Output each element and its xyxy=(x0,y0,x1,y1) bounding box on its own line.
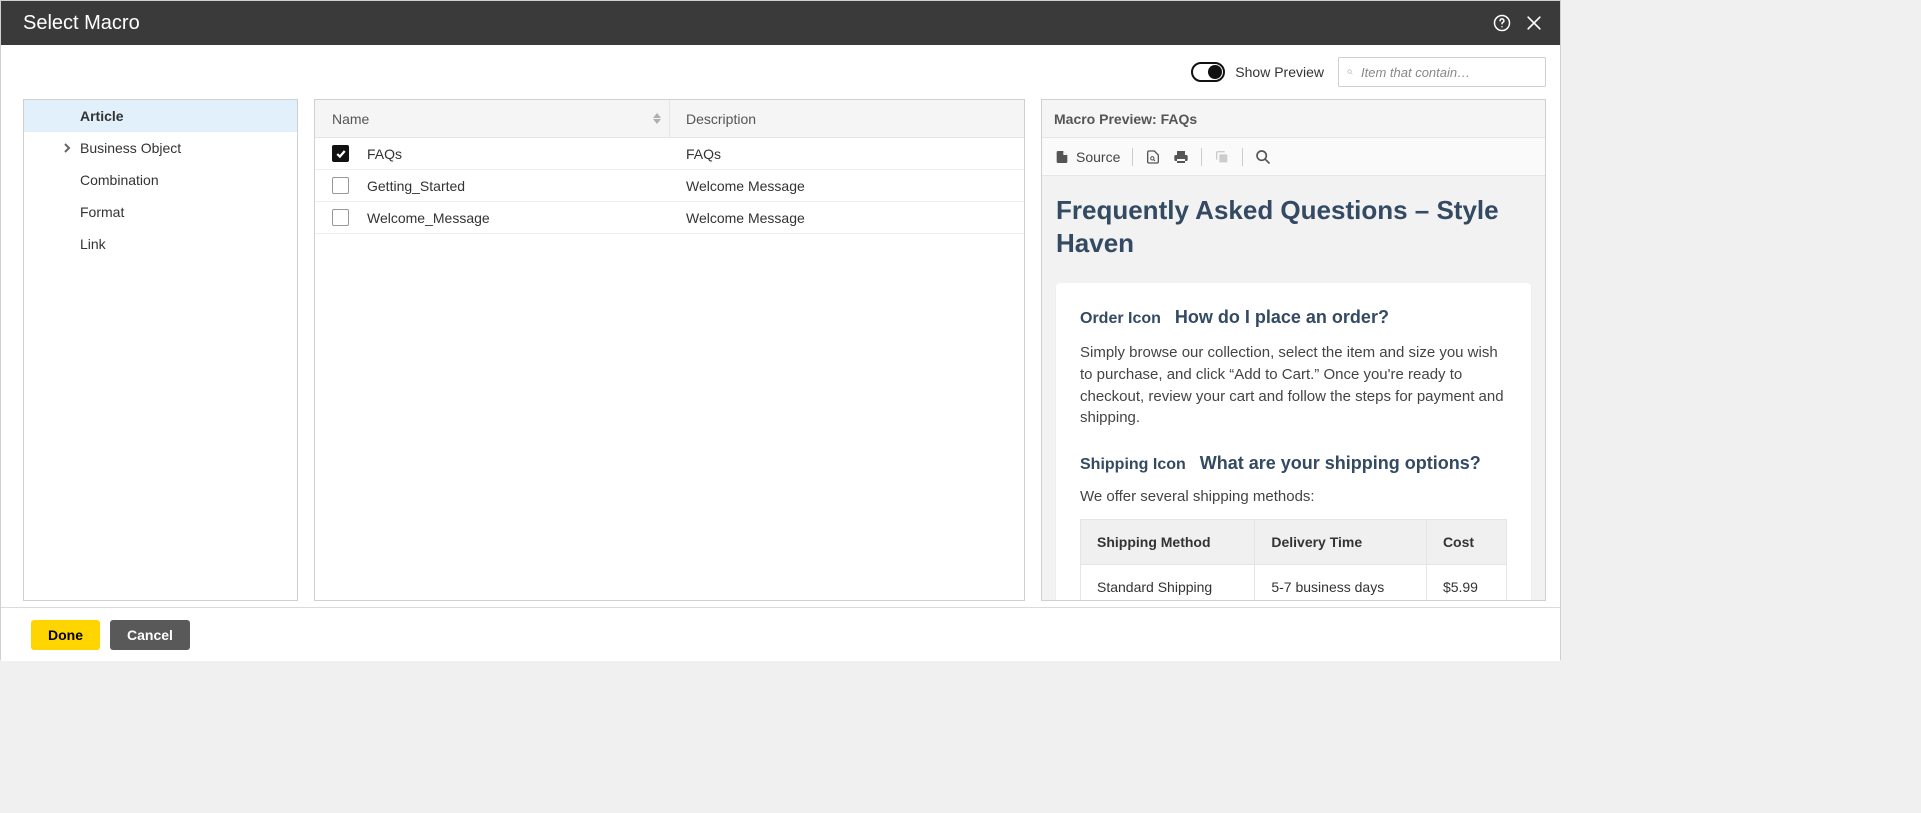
order-icon: Order Icon xyxy=(1080,310,1161,328)
show-preview-toggle-wrap: Show Preview xyxy=(1191,62,1324,82)
tree-item-format[interactable]: Format xyxy=(24,196,297,228)
search-icon xyxy=(1347,65,1353,79)
select-macro-dialog: Select Macro Show Preview Article xyxy=(0,0,1561,660)
preview-header: Macro Preview: FAQs xyxy=(1042,100,1545,138)
shipping-icon: Shipping Icon xyxy=(1080,456,1186,474)
show-preview-label: Show Preview xyxy=(1235,64,1324,80)
tree-item-link[interactable]: Link xyxy=(24,228,297,260)
macro-preview-panel: Macro Preview: FAQs Source xyxy=(1041,99,1546,601)
preview-body[interactable]: Frequently Asked Questions – Style Haven… xyxy=(1042,176,1545,600)
row-checkbox[interactable] xyxy=(332,177,349,194)
table-cell: $5.99 xyxy=(1426,565,1506,601)
table-header: Shipping Method xyxy=(1081,520,1255,565)
tree-item-article[interactable]: Article xyxy=(24,100,297,132)
dialog-header: Select Macro xyxy=(1,1,1560,45)
row-description: Welcome Message xyxy=(670,178,1024,194)
show-preview-toggle[interactable] xyxy=(1191,62,1225,82)
chevron-right-icon xyxy=(60,141,74,155)
search-box[interactable] xyxy=(1338,57,1546,87)
faq-card: Order Icon How do I place an order? Simp… xyxy=(1056,283,1531,600)
preview-toolbar: Source xyxy=(1042,138,1545,176)
row-description: FAQs xyxy=(670,146,1024,162)
toolbar-separator xyxy=(1201,148,1202,166)
row-description: Welcome Message xyxy=(670,210,1024,226)
body-row: Article Business Object Combination Form… xyxy=(1,99,1560,601)
close-icon[interactable] xyxy=(1522,11,1546,35)
list-row[interactable]: Welcome_Message Welcome Message xyxy=(315,202,1024,234)
faq-question: What are your shipping options? xyxy=(1200,453,1481,474)
print-icon[interactable] xyxy=(1173,149,1189,165)
tree-item-combination[interactable]: Combination xyxy=(24,164,297,196)
tree-item-business-object[interactable]: Business Object xyxy=(24,132,297,164)
table-header: Cost xyxy=(1426,520,1506,565)
row-name: Getting_Started xyxy=(367,178,670,194)
row-name: FAQs xyxy=(367,146,670,162)
shipping-table: Shipping Method Delivery Time Cost Stand… xyxy=(1080,519,1507,600)
dialog-title: Select Macro xyxy=(23,12,1482,35)
faq-question-row: Shipping Icon What are your shipping opt… xyxy=(1080,453,1507,474)
dialog-footer: Done Cancel xyxy=(1,607,1560,661)
source-button[interactable]: Source xyxy=(1054,149,1120,165)
faq-answer: Simply browse our collection, select the… xyxy=(1080,342,1507,429)
zoom-icon[interactable] xyxy=(1255,149,1271,165)
row-checkbox[interactable] xyxy=(332,209,349,226)
column-headers: Name Description xyxy=(315,100,1024,138)
row-checkbox[interactable] xyxy=(332,145,349,162)
done-button[interactable]: Done xyxy=(31,620,100,650)
column-description[interactable]: Description xyxy=(670,100,1024,137)
list-row[interactable]: FAQs FAQs xyxy=(315,138,1024,170)
tree-item-label: Combination xyxy=(80,172,159,188)
search-input[interactable] xyxy=(1361,65,1537,80)
copy-icon xyxy=(1214,149,1230,165)
macro-list: Name Description FAQs FAQs xyxy=(314,99,1025,601)
preview-title: Frequently Asked Questions – Style Haven xyxy=(1056,194,1531,259)
table-header: Delivery Time xyxy=(1255,520,1427,565)
source-label: Source xyxy=(1076,149,1120,165)
toolbar-separator xyxy=(1132,148,1133,166)
toolbar-separator xyxy=(1242,148,1243,166)
column-name-label: Name xyxy=(332,111,369,127)
preview-icon[interactable] xyxy=(1145,149,1161,165)
category-tree: Article Business Object Combination Form… xyxy=(23,99,298,601)
cancel-button[interactable]: Cancel xyxy=(110,620,190,650)
tree-item-label: Business Object xyxy=(80,140,181,156)
faq-question-row: Order Icon How do I place an order? xyxy=(1080,307,1507,328)
table-cell: 5-7 business days xyxy=(1255,565,1427,601)
table-cell: Standard Shipping xyxy=(1081,565,1255,601)
table-header-row: Shipping Method Delivery Time Cost xyxy=(1081,520,1507,565)
row-name: Welcome_Message xyxy=(367,210,670,226)
column-description-label: Description xyxy=(686,111,756,127)
faq-intro: We offer several shipping methods: xyxy=(1080,488,1507,505)
tree-item-label: Format xyxy=(80,204,124,220)
table-row: Standard Shipping 5-7 business days $5.9… xyxy=(1081,565,1507,601)
column-name[interactable]: Name xyxy=(315,100,670,137)
sort-icon xyxy=(653,113,661,124)
preview-header-label: Macro Preview: FAQs xyxy=(1054,111,1197,127)
toggle-knob xyxy=(1208,65,1222,79)
faq-question: How do I place an order? xyxy=(1175,307,1389,328)
help-icon[interactable] xyxy=(1490,11,1514,35)
list-row[interactable]: Getting_Started Welcome Message xyxy=(315,170,1024,202)
topbar: Show Preview xyxy=(1,45,1560,99)
tree-item-label: Link xyxy=(80,236,106,252)
tree-item-label: Article xyxy=(80,108,124,124)
